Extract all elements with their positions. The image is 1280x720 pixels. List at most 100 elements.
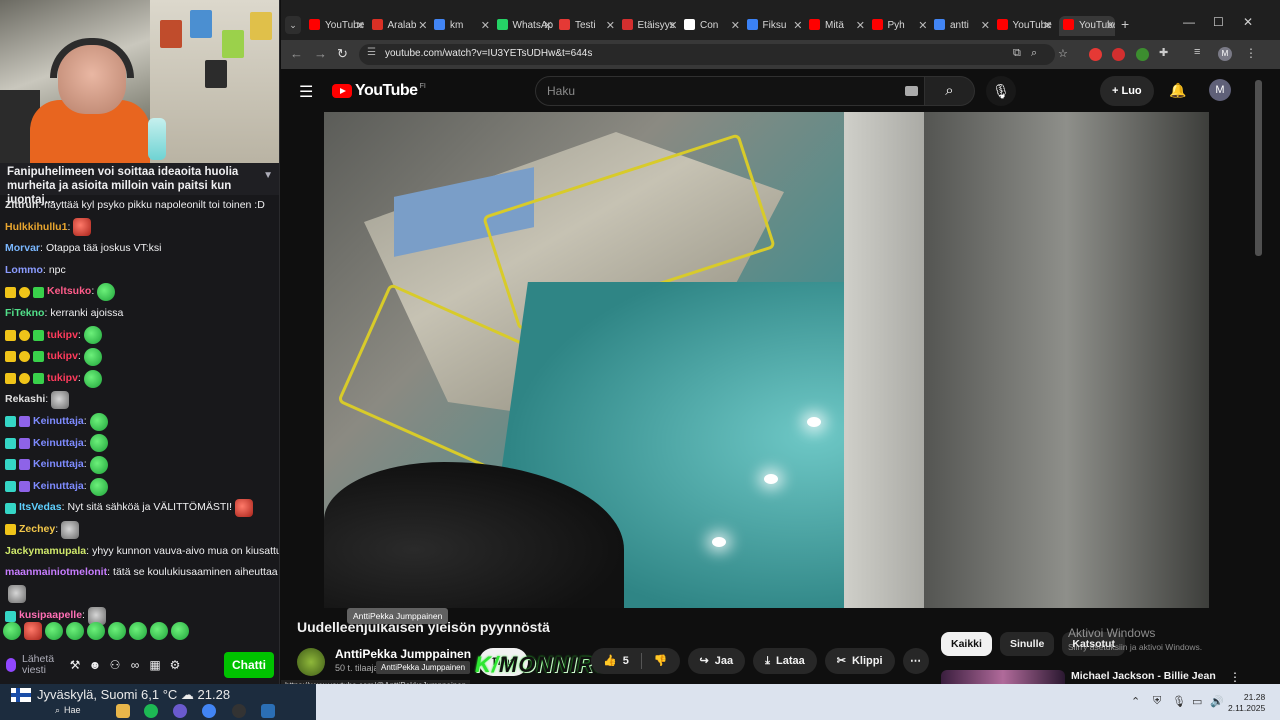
back-icon[interactable]: ←: [290, 46, 303, 61]
taskbar-clock[interactable]: 21.28 2.11.2025: [1228, 692, 1265, 714]
close-tab-icon[interactable]: ✕: [356, 16, 365, 36]
chat-username[interactable]: maanmainiotmelonit: [5, 562, 107, 584]
chat-username[interactable]: tukipv: [47, 368, 78, 390]
reading-list-icon[interactable]: ≡: [1194, 46, 1200, 58]
voice-search-button[interactable]: 🎙: [986, 76, 1016, 106]
chat-username[interactable]: Keltsuko: [47, 281, 91, 303]
browser-tab[interactable]: Etäisyys ✕: [621, 16, 678, 36]
weather-widget[interactable]: Jyväskylä, Suomi 6,1 °C ☁ 21.28: [37, 687, 230, 703]
browser-tab[interactable]: Fiksu ✕: [746, 16, 803, 36]
puzzle-icon[interactable]: ✚: [1159, 46, 1168, 59]
extensions-icon[interactable]: ⚇: [108, 658, 122, 672]
keyboard-icon[interactable]: [905, 86, 918, 96]
close-tab-icon[interactable]: ✕: [731, 16, 740, 36]
steam-icon[interactable]: [261, 704, 275, 718]
purple-badge-icon[interactable]: [19, 437, 30, 449]
green-badge-icon[interactable]: [33, 329, 44, 341]
bits-icon[interactable]: ⚒: [68, 658, 82, 672]
taskbar-search[interactable]: ⌕ Hae: [55, 705, 81, 716]
network-icon[interactable]: ▭: [1192, 695, 1202, 708]
chat-username[interactable]: tukipv: [47, 346, 78, 368]
search-input[interactable]: Haku: [535, 76, 925, 106]
dislike-button[interactable]: 👎: [642, 648, 680, 674]
close-tab-icon[interactable]: ✕: [668, 16, 677, 36]
purple-badge-icon[interactable]: [19, 416, 30, 428]
browser-tab[interactable]: YouTube ✕: [309, 16, 365, 36]
browser-tab[interactable]: Mitä ✕: [809, 16, 865, 36]
address-bar[interactable]: ☰ youtube.com/watch?v=IU3YETsUDHw&t=644s…: [359, 44, 1055, 65]
teal-badge-icon[interactable]: [5, 459, 16, 471]
emote-picker-icon[interactable]: ☻: [88, 658, 102, 672]
browser-tab[interactable]: km ✕: [434, 16, 490, 36]
chat-username[interactable]: Zechey: [19, 519, 55, 541]
browser-tab[interactable]: YouTube ✕: [996, 16, 1053, 36]
avatar[interactable]: M: [1209, 79, 1231, 101]
channel-name[interactable]: AnttiPekka Jumppainen: [335, 647, 471, 661]
purple-badge-icon[interactable]: [19, 459, 30, 471]
obs-icon[interactable]: [232, 704, 246, 718]
close-tab-icon[interactable]: ✕: [1043, 16, 1052, 36]
recommended-video[interactable]: Michael Jackson - Billie Jean ⋮: [941, 670, 1261, 684]
browser-menu-icon[interactable]: ⋮: [1245, 46, 1257, 60]
chat-send-button[interactable]: Chatti: [224, 651, 274, 678]
mic-tray-icon[interactable]: 🎙: [1172, 695, 1186, 708]
close-tab-icon[interactable]: ✕: [981, 16, 990, 36]
extension-icon[interactable]: [1089, 48, 1102, 61]
tray-expand-icon[interactable]: ⌃: [1131, 695, 1140, 708]
crown-badge-icon[interactable]: [5, 329, 16, 341]
gear-icon[interactable]: ⚙: [168, 658, 182, 672]
mic-icon[interactable]: [6, 657, 16, 672]
chat-username[interactable]: Keinuttaja: [33, 433, 84, 455]
browser-tab[interactable]: Aralab ✕: [371, 16, 428, 36]
crown-badge-icon[interactable]: [5, 351, 16, 363]
minimize-button[interactable]: —: [1183, 15, 1195, 29]
purple-badge-icon[interactable]: [19, 481, 30, 493]
chat-username[interactable]: Hulkkihullu1: [5, 217, 67, 239]
bookmark-star-icon[interactable]: ☆: [1058, 47, 1068, 60]
extension-icon[interactable]: [1136, 48, 1149, 61]
browser-tab[interactable]: Pyh ✕: [871, 16, 928, 36]
volume-icon[interactable]: 🔊: [1210, 695, 1224, 708]
profile-avatar[interactable]: M: [1218, 47, 1232, 61]
like-button[interactable]: 👍 5: [591, 648, 641, 674]
crown-badge-icon[interactable]: [5, 524, 16, 536]
channel-avatar[interactable]: [297, 648, 325, 676]
video-player[interactable]: [324, 112, 1209, 608]
search-button[interactable]: ⌕: [925, 76, 975, 106]
close-tab-icon[interactable]: ✕: [918, 16, 927, 36]
reload-icon[interactable]: ↻: [337, 46, 348, 62]
teal-badge-icon[interactable]: [5, 416, 16, 428]
rec-title[interactable]: Michael Jackson - Billie Jean: [1071, 670, 1216, 682]
create-button[interactable]: + Luo: [1100, 76, 1154, 106]
site-info-icon[interactable]: ☰: [367, 47, 376, 58]
chat-username[interactable]: Rekashi: [5, 389, 45, 411]
close-tab-icon[interactable]: ✕: [856, 16, 865, 36]
maximize-button[interactable]: ☐: [1213, 15, 1224, 29]
browser-tab[interactable]: Testi ✕: [559, 16, 615, 36]
browser-tab[interactable]: Con ✕: [684, 16, 740, 36]
clip-button[interactable]: ✂ Klippi: [824, 648, 895, 674]
zoom-icon[interactable]: ⌕: [1031, 47, 1037, 60]
green-badge-icon[interactable]: [33, 373, 44, 385]
community-icon[interactable]: ∞: [128, 658, 142, 672]
chevron-down-icon[interactable]: ▼: [263, 169, 273, 183]
crown-badge-icon[interactable]: [5, 286, 16, 298]
forward-icon[interactable]: →: [314, 46, 327, 61]
store-icon[interactable]: ▦: [148, 658, 162, 672]
chat-username[interactable]: Zittrun: [5, 195, 38, 217]
share-button[interactable]: ↪ Jaa: [687, 648, 746, 674]
teal-badge-icon[interactable]: [5, 502, 16, 514]
close-tab-icon[interactable]: ✕: [418, 16, 427, 36]
teal-badge-icon[interactable]: [5, 481, 16, 493]
close-tab-icon[interactable]: ✕: [543, 16, 552, 36]
green-badge-icon[interactable]: [33, 286, 44, 298]
close-tab-icon[interactable]: ✕: [606, 16, 615, 36]
close-tab-icon[interactable]: ✕: [793, 16, 802, 36]
chat-username[interactable]: Jackymamupala: [5, 541, 86, 563]
rec-thumbnail[interactable]: [941, 670, 1065, 684]
green-badge-icon[interactable]: [33, 351, 44, 363]
close-window-button[interactable]: ✕: [1243, 15, 1253, 29]
install-icon[interactable]: ⧉: [1013, 47, 1021, 60]
chrome-icon[interactable]: [202, 704, 216, 718]
close-tab-icon[interactable]: ✕: [481, 16, 490, 36]
